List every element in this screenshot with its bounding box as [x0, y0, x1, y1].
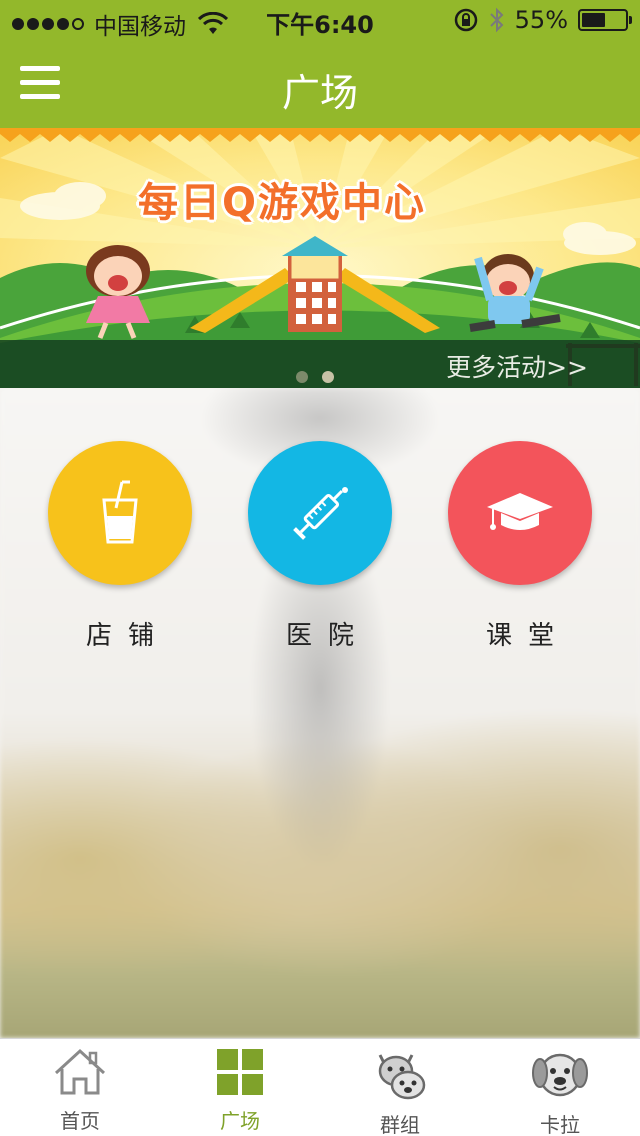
category-shop[interactable]: 店铺: [48, 441, 192, 652]
dog-face-icon: [532, 1053, 588, 1097]
shop-label: 店铺: [85, 621, 170, 651]
bluetooth-icon: [489, 7, 504, 33]
battery-percent: 55%: [514, 6, 568, 34]
drink-cup-icon: [102, 480, 138, 544]
more-activities-link[interactable]: 更多活动>>: [446, 348, 588, 384]
banner-page-indicator: [296, 371, 334, 383]
class-button[interactable]: [448, 441, 592, 585]
page-title: 广场: [281, 71, 358, 115]
page-dot-active[interactable]: [322, 371, 334, 383]
tab-home[interactable]: 首页: [0, 1039, 160, 1136]
grid-icon: [217, 1049, 263, 1095]
syringe-icon: [293, 487, 348, 540]
tab-square[interactable]: 广场: [160, 1039, 320, 1136]
activity-banner[interactable]: 每日Q游戏中心 更多活动>>: [0, 128, 640, 388]
page-dot[interactable]: [296, 371, 308, 383]
pets-group-icon: [378, 1054, 426, 1100]
graduation-cap-icon: [487, 493, 553, 530]
tab-kala-label: 卡拉: [540, 1113, 580, 1136]
banner-title: 每日Q游戏中心: [138, 180, 427, 226]
hospital-button[interactable]: [248, 441, 392, 585]
category-hospital[interactable]: 医院: [248, 441, 392, 652]
tab-square-label: 广场: [220, 1109, 260, 1133]
home-icon: [54, 1048, 106, 1095]
hospital-label: 医院: [285, 621, 370, 651]
tab-kala[interactable]: 卡拉: [480, 1039, 640, 1136]
rotation-lock-icon: [454, 8, 477, 32]
tab-groups-label: 群组: [380, 1113, 420, 1136]
class-label: 课堂: [485, 621, 570, 651]
status-bar: 中国移动 下午6:40 55%: [0, 0, 640, 40]
status-bar-right: 55%: [453, 6, 632, 34]
battery-fill: [582, 13, 605, 27]
bottom-tab-bar: 首页 广场 群组 卡拉: [0, 1038, 640, 1136]
battery-icon: [578, 9, 632, 31]
category-class[interactable]: 课堂: [448, 441, 592, 652]
shop-button[interactable]: [48, 441, 192, 585]
navigation-bar: 广场: [0, 40, 640, 128]
tab-groups[interactable]: 群组: [320, 1039, 480, 1136]
tab-home-label: 首页: [60, 1109, 100, 1133]
